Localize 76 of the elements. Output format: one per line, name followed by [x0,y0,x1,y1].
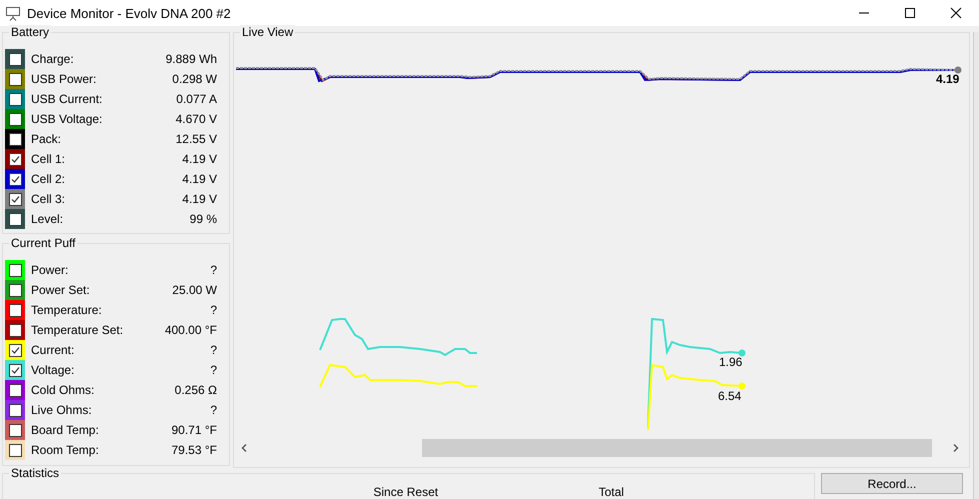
field-value: 4.19 V [182,192,217,206]
record-button[interactable]: Record... [821,473,963,494]
field-label: Power Set: [31,283,90,297]
field-label: Current: [31,343,74,357]
field-value: 90.71 °F [172,423,217,437]
field-label: USB Current: [31,92,102,106]
scrollbar-thumb[interactable] [422,439,932,457]
field-label: Board Temp: [31,423,99,437]
checkbox[interactable] [8,444,22,456]
end-marker [738,350,746,356]
field-label: USB Power: [31,72,96,86]
presentation-icon [5,5,21,21]
field-value: ? [210,363,217,377]
column-header: Since Reset [372,485,440,499]
scroll-right-icon[interactable] [953,444,959,452]
field-label: Charge: [31,52,74,66]
checkbox[interactable] [8,172,22,186]
field-label: USB Voltage: [31,112,102,126]
group-title: Statistics [9,466,62,480]
value-label: 6.54 [718,389,742,403]
field-label: Cell 2: [31,172,66,186]
checkbox[interactable] [8,152,22,166]
field-value: 0.077 A [176,92,217,106]
field-value: 4.670 V [176,112,217,126]
value-label: 4.19 [936,72,960,86]
field-label: Cell 1: [31,152,66,166]
field-value: 79.53 °F [172,443,217,457]
field-label: Room Temp: [31,443,99,457]
field-value: ? [210,303,217,317]
field-label: Temperature: [31,303,102,317]
checkbox[interactable] [8,384,22,396]
field-value: 9.889 Wh [166,52,217,66]
checkbox[interactable] [8,324,22,336]
field-value: ? [210,263,217,277]
window-title: Device Monitor - Evolv DNA 200 #2 [27,6,231,20]
field-label: Live Ohms: [31,403,92,417]
checkbox[interactable] [8,132,22,146]
end-marker [738,382,746,390]
value-label: 1.96 [719,355,742,369]
checkbox[interactable] [8,92,22,106]
group-title: Live View [240,25,296,39]
field-value: 25.00 W [172,283,217,297]
field-value: 0.298 W [172,72,217,86]
field-value: 4.19 V [182,152,217,166]
field-label: Power: [31,263,68,277]
field-value: 0.256 Ω [174,383,217,397]
checkbox[interactable] [8,424,22,436]
checkbox[interactable] [8,52,22,66]
group-title: Battery [9,25,52,39]
field-value: 400.00 °F [164,323,217,337]
checkbox[interactable] [8,112,22,126]
checkbox[interactable] [8,344,22,356]
field-value: ? [210,343,217,357]
checkbox[interactable] [8,284,22,296]
checkbox[interactable] [8,304,22,316]
field-label: Voltage: [31,363,74,377]
group-title: Current Puff [9,236,78,250]
field-value: 12.55 V [176,132,217,146]
field-value: 99 % [190,212,217,226]
checkbox[interactable] [8,364,22,376]
close-icon[interactable] [950,7,962,19]
field-label: Pack: [31,132,62,146]
checkbox[interactable] [8,192,22,206]
checkbox[interactable] [8,212,22,226]
field-label: Level: [31,212,64,226]
field-label: Temperature Set: [31,323,124,337]
maximize-icon[interactable] [904,7,916,19]
field-label: Cold Ohms: [31,383,94,397]
column-header: Total [598,485,625,499]
checkbox[interactable] [8,72,22,86]
field-value: ? [210,403,217,417]
field-label: Cell 3: [31,192,66,206]
scroll-left-icon[interactable] [241,444,247,452]
field-value: 4.19 V [182,172,217,186]
checkbox[interactable] [8,404,22,416]
checkbox[interactable] [8,264,22,276]
